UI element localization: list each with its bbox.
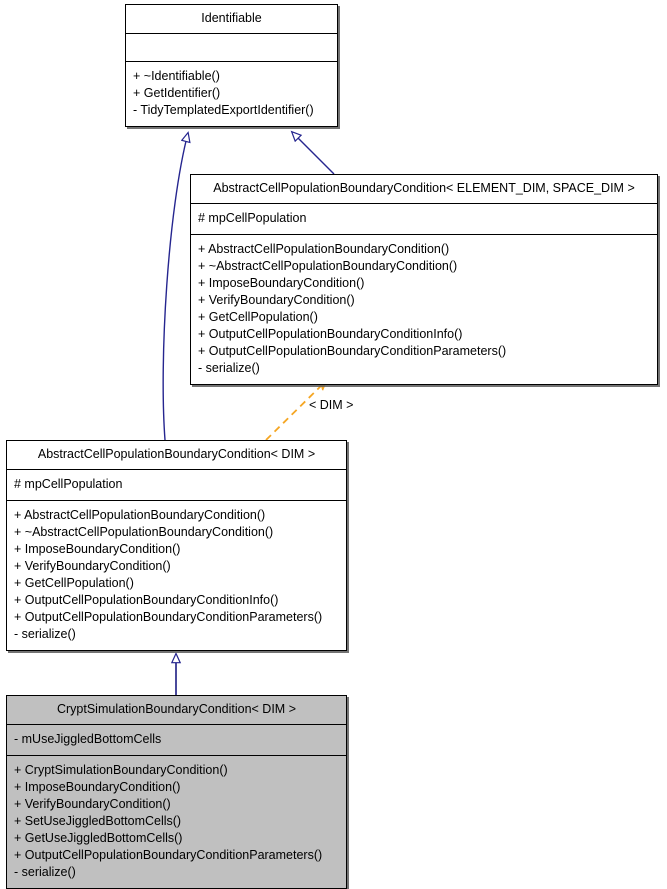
class-member: + AbstractCellPopulationBoundaryConditio… — [198, 242, 450, 256]
class-member: + VerifyBoundaryCondition() — [198, 293, 355, 307]
class-member: + SetUseJiggledBottomCells() — [14, 814, 182, 828]
class-node-crypt-simulation[interactable]: CryptSimulationBoundaryCondition< DIM > … — [6, 695, 347, 889]
edge-label-template-binding: < DIM > — [309, 398, 354, 412]
class-node-identifiable[interactable]: Identifiable + ~Identifiable() + GetIden… — [125, 4, 338, 127]
class-member: - serialize() — [198, 361, 260, 375]
class-member: + CryptSimulationBoundaryCondition() — [14, 763, 228, 777]
class-node-abstract-template[interactable]: AbstractCellPopulationBoundaryCondition<… — [190, 174, 658, 385]
class-member: + ~AbstractCellPopulationBoundaryConditi… — [14, 525, 274, 539]
class-attributes-crypt-simulation: - mUseJiggledBottomCells — [7, 725, 346, 756]
class-attributes-abstract-dim: # mpCellPopulation — [7, 470, 346, 501]
class-operations-abstract-template: + AbstractCellPopulationBoundaryConditio… — [191, 235, 657, 384]
class-member: - mUseJiggledBottomCells — [14, 732, 162, 746]
class-member: + GetIdentifier() — [133, 86, 221, 100]
class-title-abstract-dim: AbstractCellPopulationBoundaryCondition<… — [7, 441, 346, 470]
class-member: + VerifyBoundaryCondition() — [14, 797, 171, 811]
class-operations-crypt-simulation: + CryptSimulationBoundaryCondition() + I… — [7, 756, 346, 888]
class-member: # mpCellPopulation — [198, 211, 307, 225]
class-member: + GetCellPopulation() — [198, 310, 318, 324]
class-member: + OutputCellPopulationBoundaryConditionI… — [14, 593, 279, 607]
class-node-abstract-dim[interactable]: AbstractCellPopulationBoundaryCondition<… — [6, 440, 347, 651]
class-member: + GetUseJiggledBottomCells() — [14, 831, 183, 845]
class-member: + AbstractCellPopulationBoundaryConditio… — [14, 508, 266, 522]
class-attributes-abstract-template: # mpCellPopulation — [191, 204, 657, 235]
uml-class-diagram: Identifiable + ~Identifiable() + GetIden… — [0, 0, 667, 889]
class-member: + ImposeBoundaryCondition() — [198, 276, 365, 290]
class-member: + ImposeBoundaryCondition() — [14, 542, 181, 556]
class-member: + GetCellPopulation() — [14, 576, 134, 590]
class-title-abstract-template: AbstractCellPopulationBoundaryCondition<… — [191, 175, 657, 204]
edge-inheritance-abstract-dim-identifiable — [162, 133, 188, 441]
class-member: + ImposeBoundaryCondition() — [14, 780, 181, 794]
class-member: # mpCellPopulation — [14, 477, 123, 491]
class-member: + VerifyBoundaryCondition() — [14, 559, 171, 573]
class-member: + OutputCellPopulationBoundaryConditionP… — [198, 344, 507, 358]
class-operations-abstract-dim: + AbstractCellPopulationBoundaryConditio… — [7, 501, 346, 650]
edge-inheritance-abstract-template-identifiable — [292, 132, 335, 175]
class-title-identifiable: Identifiable — [126, 5, 337, 34]
class-member: + ~Identifiable() — [133, 69, 220, 83]
class-member: - TidyTemplatedExportIdentifier() — [133, 103, 314, 117]
class-member: + OutputCellPopulationBoundaryConditionP… — [14, 848, 323, 862]
class-member: + ~AbstractCellPopulationBoundaryConditi… — [198, 259, 458, 273]
class-member: + OutputCellPopulationBoundaryConditionI… — [198, 327, 463, 341]
class-operations-identifiable: + ~Identifiable() + GetIdentifier() - Ti… — [126, 62, 337, 126]
class-title-crypt-simulation: CryptSimulationBoundaryCondition< DIM > — [7, 696, 346, 725]
class-member: - serialize() — [14, 627, 76, 641]
class-member: + OutputCellPopulationBoundaryConditionP… — [14, 610, 323, 624]
class-attributes-identifiable — [126, 34, 337, 62]
class-member: - serialize() — [14, 865, 76, 879]
